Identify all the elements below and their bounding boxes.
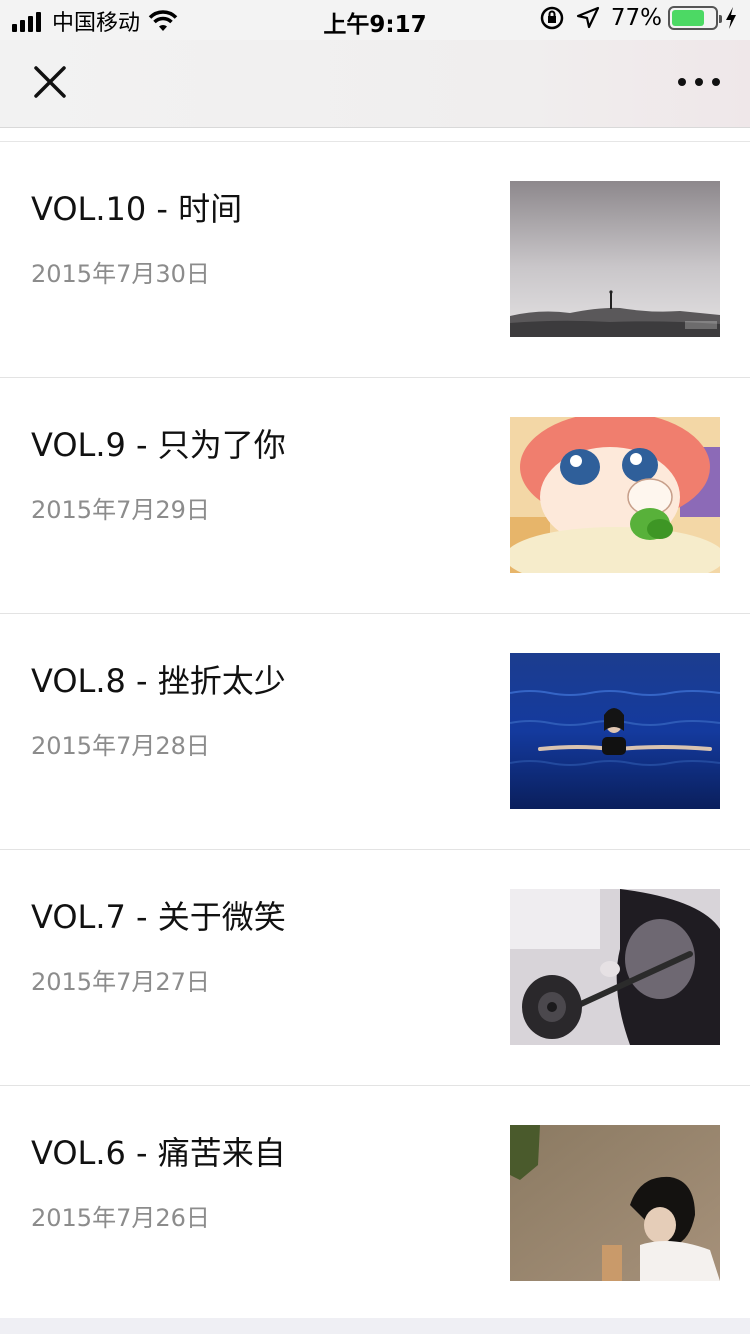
article-thumbnail bbox=[510, 889, 720, 1045]
status-bar: 中国移动 上午9:17 77% bbox=[0, 0, 750, 40]
article-list: VOL.10 - 时间 2015年7月30日 VOL.9 - 只为了你 2015… bbox=[0, 141, 750, 1322]
article-date: 2015年7月30日 bbox=[31, 260, 210, 288]
article-thumbnail bbox=[510, 181, 720, 337]
article-date: 2015年7月26日 bbox=[31, 1204, 210, 1232]
article-item[interactable]: VOL.9 - 只为了你 2015年7月29日 bbox=[0, 378, 750, 614]
barbell-girl-image bbox=[510, 889, 720, 1045]
article-title: VOL.6 - 痛苦来自 bbox=[31, 1134, 286, 1172]
status-right: 77% bbox=[539, 5, 738, 31]
article-title: VOL.10 - 时间 bbox=[31, 190, 243, 228]
article-date: 2015年7月29日 bbox=[31, 496, 210, 524]
location-icon bbox=[576, 6, 599, 29]
article-title: VOL.8 - 挫折太少 bbox=[31, 662, 286, 700]
woman-in-water-image bbox=[510, 653, 720, 809]
misty-landscape-image bbox=[510, 181, 720, 337]
bottom-divider bbox=[0, 1318, 750, 1334]
anime-girl-image bbox=[510, 417, 720, 573]
nav-bar bbox=[0, 40, 750, 128]
article-thumbnail bbox=[510, 653, 720, 809]
battery-percent: 77% bbox=[610, 5, 662, 31]
article-date: 2015年7月27日 bbox=[31, 968, 210, 996]
girl-portrait-image bbox=[510, 1125, 720, 1281]
more-icon[interactable] bbox=[676, 72, 722, 92]
charging-icon bbox=[726, 7, 736, 29]
article-title: VOL.7 - 关于微笑 bbox=[31, 898, 286, 936]
article-item[interactable]: VOL.7 - 关于微笑 2015年7月27日 bbox=[0, 850, 750, 1086]
orientation-lock-icon bbox=[540, 6, 564, 30]
article-thumbnail bbox=[510, 417, 720, 573]
battery-fill bbox=[672, 10, 704, 26]
article-item[interactable]: VOL.8 - 挫折太少 2015年7月28日 bbox=[0, 614, 750, 850]
article-item[interactable]: VOL.6 - 痛苦来自 2015年7月26日 bbox=[0, 1086, 750, 1322]
article-date: 2015年7月28日 bbox=[31, 732, 210, 760]
battery-icon bbox=[668, 6, 722, 30]
article-item[interactable]: VOL.10 - 时间 2015年7月30日 bbox=[0, 142, 750, 378]
close-icon[interactable] bbox=[30, 62, 70, 102]
article-title: VOL.9 - 只为了你 bbox=[31, 426, 286, 464]
article-thumbnail bbox=[510, 1125, 720, 1281]
